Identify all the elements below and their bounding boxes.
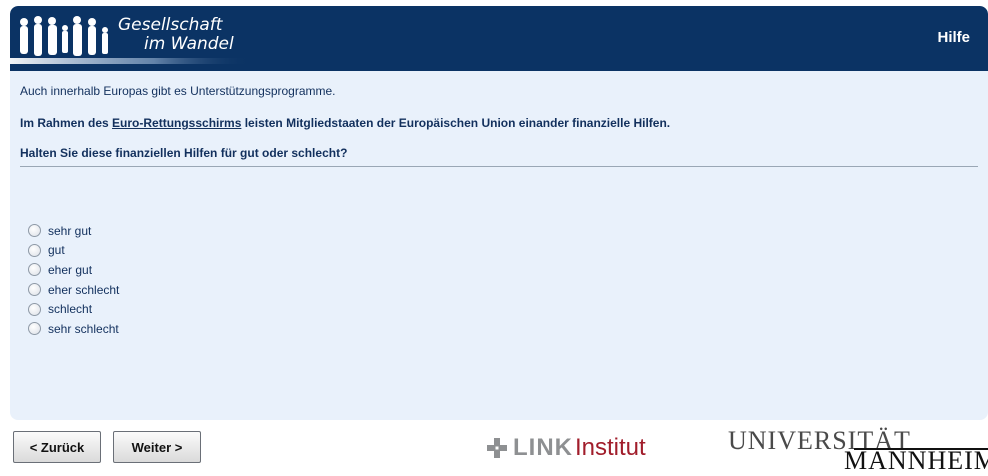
option-eher-gut[interactable]: eher gut	[28, 260, 978, 280]
answer-options: sehr gut gut eher gut eher schlecht schl…	[28, 221, 978, 339]
next-button[interactable]: Weiter >	[113, 431, 201, 463]
option-schlecht[interactable]: schlecht	[28, 299, 978, 319]
universitaet-mannheim-logo: UNIVERSITÄT MANNHEIM	[728, 426, 988, 475]
euro-rettungsschirm-link[interactable]: Euro-Rettungsschirms	[112, 116, 241, 130]
back-button[interactable]: < Zurück	[13, 431, 101, 463]
intro-text: Auch innerhalb Europas gibt es Unterstüt…	[20, 84, 336, 98]
logo-title: Gesellschaft im Wandel	[118, 16, 234, 54]
link-institut-logo: LINK Institut	[487, 433, 646, 463]
option-label[interactable]: sehr gut	[48, 224, 91, 238]
statement-after: leisten Mitgliedstaaten der Europäischen…	[241, 116, 671, 130]
question-text: Halten Sie diese finanziellen Hilfen für…	[20, 146, 978, 167]
uni-line2: MANNHEIM	[844, 446, 988, 475]
radio-button[interactable]	[28, 302, 41, 316]
radio-button[interactable]	[28, 263, 41, 277]
logo-line1: Gesellschaft	[118, 15, 223, 35]
statement-before: Im Rahmen des	[20, 116, 113, 130]
statement-text: Im Rahmen des Euro-Rettungsschirms leist…	[20, 116, 978, 130]
link-cross-icon	[487, 438, 507, 458]
option-label[interactable]: schlecht	[48, 302, 92, 316]
option-label[interactable]: gut	[48, 243, 65, 257]
radio-button[interactable]	[28, 224, 41, 238]
link-institut-word: Institut	[575, 434, 646, 461]
option-eher-schlecht[interactable]: eher schlecht	[28, 280, 978, 300]
link-word: LINK	[513, 434, 573, 461]
option-label[interactable]: eher schlecht	[48, 283, 119, 297]
option-sehr-schlecht[interactable]: sehr schlecht	[28, 319, 978, 339]
option-label[interactable]: eher gut	[48, 263, 92, 277]
radio-button[interactable]	[28, 283, 41, 297]
option-gut[interactable]: gut	[28, 241, 978, 261]
survey-panel: Gesellschaft im Wandel Hilfe Auch innerh…	[10, 6, 988, 420]
question-content: Auch innerhalb Europas gibt es Unterstüt…	[10, 71, 988, 339]
radio-button[interactable]	[28, 322, 41, 336]
help-link[interactable]: Hilfe	[937, 29, 970, 46]
header-bar: Gesellschaft im Wandel Hilfe	[10, 6, 988, 71]
option-label[interactable]: sehr schlecht	[48, 322, 119, 336]
logo-line2: im Wandel	[144, 34, 234, 54]
option-sehr-gut[interactable]: sehr gut	[28, 221, 978, 241]
radio-button[interactable]	[28, 243, 41, 257]
